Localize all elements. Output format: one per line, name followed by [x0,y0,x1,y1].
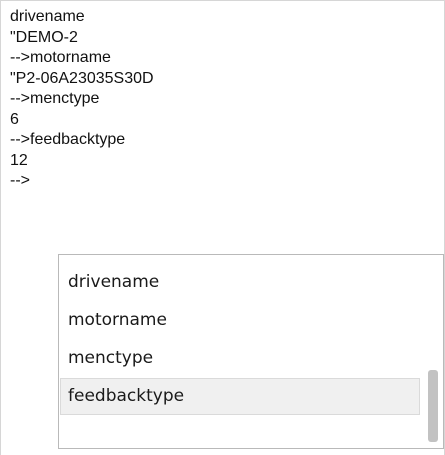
terminal-output-area[interactable]: drivename "DEMO-2 -->motorname "P2-06A23… [0,0,445,455]
terminal-line: 6 [10,110,19,128]
autocomplete-item-drivename[interactable]: drivename [60,264,420,301]
terminal-line: "DEMO-2 [10,28,78,46]
terminal-lines: drivename "DEMO-2 -->motorname "P2-06A23… [10,7,154,192]
autocomplete-item-menctype[interactable]: menctype [60,340,420,377]
terminal-line: drivename [10,8,85,25]
autocomplete-item-motorname[interactable]: motorname [60,302,420,339]
terminal-line: -->menctype [10,90,100,107]
autocomplete-item-feedbacktype[interactable]: feedbacktype [60,378,420,415]
terminal-line: 12 [10,151,28,169]
terminal-line: -->feedbacktype [10,131,126,148]
scrollbar-thumb[interactable] [428,370,438,442]
autocomplete-scrollbar[interactable] [423,255,443,448]
terminal-prompt[interactable]: --> [10,171,154,192]
terminal-line: -->motorname [10,49,111,66]
terminal-line: "P2-06A23035S30D [10,69,154,87]
autocomplete-popup: drivename motorname menctype feedbacktyp… [58,254,444,449]
